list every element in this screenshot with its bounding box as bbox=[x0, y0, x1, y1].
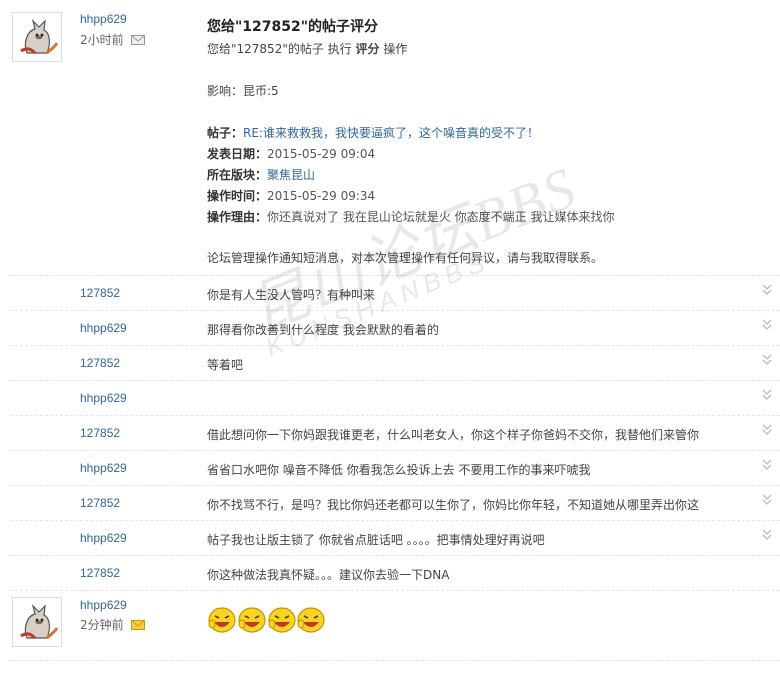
reply-text: 你这种做法我真怀疑。。。建议你去验一下DNA bbox=[207, 568, 450, 582]
post-author[interactable]: hhpp629 bbox=[80, 598, 127, 612]
envelope-unread-icon[interactable] bbox=[131, 619, 146, 633]
laughing-emoji-icon bbox=[237, 606, 267, 637]
emoji-row bbox=[207, 606, 326, 637]
post-time-text: 2小时前 bbox=[80, 33, 124, 47]
expand-chevron-icon[interactable] bbox=[762, 459, 772, 474]
action-subline: 您给"127852"的帖子 执行 评分 操作 bbox=[207, 40, 407, 57]
field-reason: 操作理由：你还真说对了 我在昆山论坛就是火 你态度不端正 我让媒体来找你 bbox=[207, 208, 614, 225]
expand-chevron-icon[interactable] bbox=[762, 319, 772, 334]
field-post-date: 发表日期：2015-05-29 09:04 bbox=[207, 145, 375, 162]
expand-chevron-icon[interactable] bbox=[762, 424, 772, 439]
divider bbox=[10, 660, 780, 661]
field-forum: 所在版块：聚焦昆山 bbox=[207, 166, 315, 183]
reply-author[interactable]: 127852 bbox=[80, 356, 120, 370]
reply-author[interactable]: 127852 bbox=[80, 426, 120, 440]
subline-action: 评分 bbox=[355, 42, 380, 56]
page-title: 您给"127852"的帖子评分 bbox=[207, 19, 379, 35]
divider bbox=[10, 590, 780, 591]
reply-author[interactable]: 127852 bbox=[80, 566, 120, 580]
expand-chevron-icon[interactable] bbox=[762, 529, 772, 544]
field-value: 2015-05-29 09:34 bbox=[267, 189, 376, 203]
reply-author[interactable]: hhpp629 bbox=[80, 531, 127, 545]
cat-avatar-icon bbox=[13, 598, 61, 646]
reply-row[interactable]: hhpp629 那得看你改善到什么程度 我会默默的看着的 bbox=[10, 310, 780, 345]
reply-author[interactable]: 127852 bbox=[80, 496, 120, 510]
expand-chevron-icon[interactable] bbox=[762, 354, 772, 369]
reply-row[interactable]: 127852 你不找骂不行，是吗？我比你妈还老都可以生你了，你妈比你年轻，不知道… bbox=[10, 485, 780, 520]
reply-row[interactable]: 127852 你是有人生没人管吗？有种叫来 bbox=[10, 275, 780, 310]
reply-row[interactable]: 127852 你这种做法我真怀疑。。。建议你去验一下DNA bbox=[10, 555, 780, 590]
avatar[interactable] bbox=[12, 597, 62, 647]
reply-text: 省省口水吧你 噪音不降低 你看我怎么投诉上去 不要用工作的事来吓唬我 bbox=[207, 463, 591, 477]
thread-link[interactable]: RE:谁来救救我，我快要逼疯了，这个噪音真的受不了！ bbox=[243, 126, 539, 140]
reply-text: 帖子我也让版主锁了 你就省点脏话吧 。。。。把事情处理好再说吧 bbox=[207, 533, 545, 547]
subline-prefix: 您给"127852"的帖子 执行 bbox=[207, 42, 356, 56]
admin-notice: 论坛管理操作通知短消息，对本次管理操作有任何异议，请与我取得联系。 bbox=[207, 251, 604, 265]
field-op-time: 操作时间：2015-05-29 09:34 bbox=[207, 187, 375, 204]
forum-link[interactable]: 聚焦昆山 bbox=[267, 168, 315, 182]
reply-text: 那得看你改善到什么程度 我会默默的看着的 bbox=[207, 323, 439, 337]
reply-author[interactable]: hhpp629 bbox=[80, 461, 127, 475]
field-value: 2015-05-29 09:04 bbox=[267, 147, 376, 161]
reply-author[interactable]: hhpp629 bbox=[80, 391, 127, 405]
reply-row[interactable]: 127852 等着吧 bbox=[10, 345, 780, 380]
reply-author[interactable]: hhpp629 bbox=[80, 321, 127, 335]
reply-text: 借此想问你一下你妈跟我谁更老，什么叫老女人，你这个样子你爸妈不交你，我替他们来管… bbox=[207, 428, 700, 442]
field-key: 帖子： bbox=[207, 126, 244, 140]
reply-text: 你不找骂不行，是吗？我比你妈还老都可以生你了，你妈比你年轻，不知道她从哪里弄出你… bbox=[207, 498, 700, 512]
subline-suffix: 操作 bbox=[379, 42, 408, 56]
reply-text: 你是有人生没人管吗？有种叫来 bbox=[207, 288, 376, 302]
field-key: 所在版块： bbox=[207, 168, 268, 182]
envelope-read-icon[interactable] bbox=[131, 34, 146, 48]
post-author[interactable]: hhpp629 bbox=[80, 12, 127, 26]
laughing-emoji-icon bbox=[267, 606, 297, 637]
impact-text: 影响：昆币:5 bbox=[207, 84, 279, 98]
reply-row[interactable]: hhpp629 帖子我也让版主锁了 你就省点脏话吧 。。。。把事情处理好再说吧 bbox=[10, 520, 780, 555]
expand-chevron-icon[interactable] bbox=[762, 389, 772, 404]
field-value: 你还真说对了 我在昆山论坛就是火 你态度不端正 我让媒体来找你 bbox=[267, 210, 615, 224]
field-thread: 帖子：RE:谁来救救我，我快要逼疯了，这个噪音真的受不了！ bbox=[207, 124, 539, 141]
field-key: 发表日期： bbox=[207, 147, 268, 161]
post-time: 2分钟前 bbox=[80, 616, 146, 633]
reply-text: 等着吧 bbox=[207, 358, 244, 372]
reply-author[interactable]: 127852 bbox=[80, 286, 120, 300]
reply-row[interactable]: 127852 借此想问你一下你妈跟我谁更老，什么叫老女人，你这个样子你爸妈不交你… bbox=[10, 415, 780, 450]
expand-chevron-icon[interactable] bbox=[762, 284, 772, 299]
field-key: 操作理由： bbox=[207, 210, 268, 224]
post-time-text: 2分钟前 bbox=[80, 618, 124, 632]
avatar[interactable] bbox=[12, 12, 62, 62]
reply-row[interactable]: hhpp629 省省口水吧你 噪音不降低 你看我怎么投诉上去 不要用工作的事来吓… bbox=[10, 450, 780, 485]
cat-avatar-icon bbox=[13, 13, 61, 61]
post-time: 2小时前 bbox=[80, 31, 146, 48]
laughing-emoji-icon bbox=[296, 606, 326, 637]
reply-row[interactable]: hhpp629 bbox=[10, 380, 780, 415]
expand-chevron-icon[interactable] bbox=[762, 494, 772, 509]
field-key: 操作时间： bbox=[207, 189, 268, 203]
laughing-emoji-icon bbox=[207, 606, 237, 637]
